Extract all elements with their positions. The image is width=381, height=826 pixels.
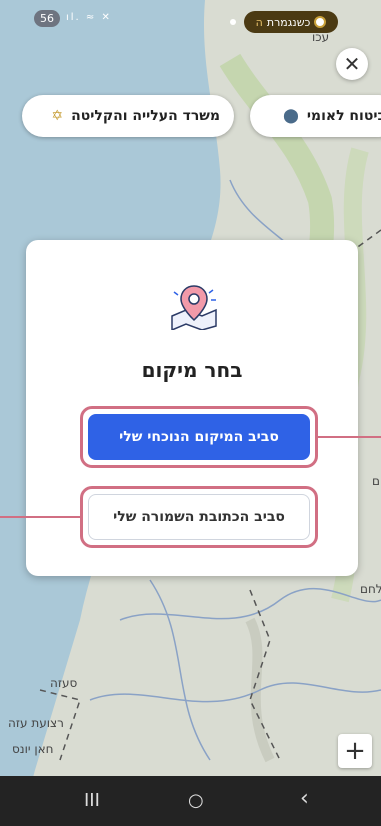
zoom-in-button[interactable]: +	[338, 734, 372, 768]
callout-line-left	[0, 516, 80, 518]
map-label-khan-yunis: חאן יונס	[12, 742, 54, 756]
chip-aliya-ministry[interactable]: משרד העלייה והקליטה ✡	[22, 95, 234, 137]
dialog-title: בחר מיקום	[141, 358, 243, 382]
national-insurance-icon: ⬤	[283, 108, 299, 124]
close-button[interactable]: ✕	[336, 48, 368, 80]
notification-pill[interactable]: כשנגמרת ה	[244, 11, 338, 33]
map-label-lehem: לחם	[360, 582, 381, 596]
chip-insurance-label: ביטוח לאומי	[306, 108, 381, 124]
map-label-ramla: ם	[372, 474, 380, 488]
back-icon[interactable]: ‹	[300, 786, 309, 811]
record-icon	[314, 16, 327, 28]
chip-aliya-label: משרד העלייה והקליטה	[71, 108, 220, 124]
plus-icon: +	[344, 736, 366, 766]
status-badge: 56	[34, 10, 60, 27]
callout-line-right	[318, 436, 381, 438]
status-bar: 56 ıl. ≈ ✕ כשנגמרת ה	[0, 0, 381, 36]
map-label-seaza: סעזה	[50, 676, 78, 690]
location-pin-map-icon	[171, 285, 217, 330]
current-location-button[interactable]: סביב המיקום הנוכחי שלי	[88, 414, 310, 460]
home-icon[interactable]: ○	[188, 790, 204, 811]
notification-pill-suffix: ה	[255, 15, 263, 29]
system-nav-bar: III ○ ‹	[0, 776, 381, 826]
recent-apps-icon[interactable]: III	[84, 790, 100, 811]
saved-address-button[interactable]: סביב הכתובת השמורה שלי	[88, 494, 310, 540]
star-of-david-icon: ✡	[51, 108, 64, 124]
signal-wifi-icons: ıl. ≈ ✕	[66, 12, 112, 23]
chip-national-insurance[interactable]: ביטוח לאומי ⬤	[250, 95, 381, 137]
notification-dot-icon	[230, 19, 236, 25]
map-label-rtzoat-aza: רצועת עזה	[8, 716, 64, 730]
notification-pill-label: כשנגמרת	[266, 15, 311, 29]
close-icon: ✕	[343, 52, 361, 76]
